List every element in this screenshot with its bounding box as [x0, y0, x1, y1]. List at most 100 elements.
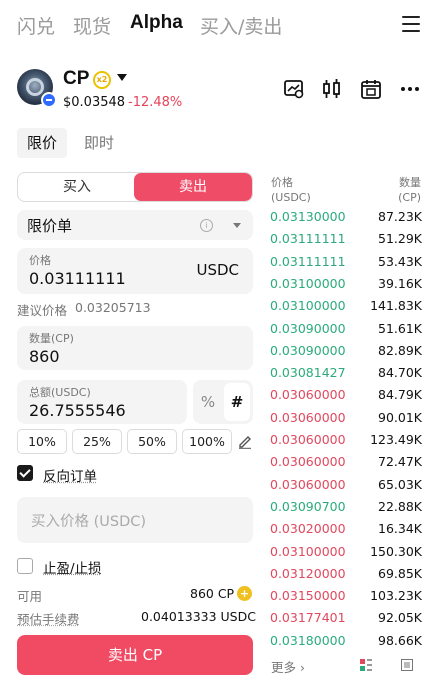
orderbook-price: 0.03060000 [270, 387, 346, 403]
orderbook-row[interactable]: 0.03090000 82.89K [270, 343, 422, 365]
percent-button-50[interactable]: 50% [127, 429, 177, 454]
orderbook-price: 0.03180000 [270, 632, 346, 648]
orderbook-price: 0.03060000 [270, 409, 346, 425]
tp-sl-label: 止盈/止损 [43, 561, 102, 577]
orderbook-qty: 98.66K [378, 632, 422, 648]
orderbook-price: 0.03100000 [270, 298, 346, 314]
orderbook-qty: 69.85K [378, 565, 422, 581]
orderbook-row[interactable]: 0.03100000 141.83K [270, 298, 422, 320]
orderbook-qty: 87.23K [378, 209, 422, 224]
more-icon[interactable] [399, 78, 421, 100]
orderbook-price: 0.03111111 [270, 231, 346, 247]
tab-market[interactable]: 即时 [74, 128, 124, 158]
orderbook-qty-header: 数量 (CP) [398, 175, 421, 205]
orderbook-price: 0.03090700 [270, 498, 346, 514]
orderbook-row[interactable]: 0.03081427 84.70K [270, 365, 422, 387]
sell-toggle-button[interactable]: 卖出 [134, 173, 252, 201]
nav-tab-spot[interactable]: 现货 [73, 12, 111, 39]
minus-badge-icon [41, 92, 57, 108]
order-type-select[interactable]: 限价单 i [17, 210, 253, 240]
layout-icon[interactable] [360, 659, 372, 671]
orderbook-row[interactable]: 0.03100000 150.30K [270, 544, 422, 566]
total-label: 总额(USDC) [29, 386, 91, 399]
orderbook-qty: 53.43K [378, 253, 422, 269]
total-field[interactable]: 总额(USDC) 26.7555546 [17, 380, 187, 424]
tab-limit[interactable]: 限价 [17, 128, 68, 158]
orderbook-price-title: 价格 [271, 176, 293, 189]
nav-tab-alpha[interactable]: Alpha [130, 12, 183, 34]
nav-tab-buy-sell[interactable]: 买入/卖出 [200, 12, 282, 39]
orderbook-qty: 84.79K [378, 387, 422, 403]
sell-submit-button[interactable]: 卖出 CP [17, 635, 253, 675]
orderbook-more-link[interactable]: 更多 › [271, 657, 305, 676]
available-value: 860 CP [190, 586, 235, 601]
orderbook-row[interactable]: 0.03020000 16.34K [270, 521, 422, 543]
price-label: 价格 [29, 254, 51, 267]
menu-icon[interactable] [402, 16, 420, 32]
multiplier-badge: x2 [93, 71, 111, 89]
orderbook-row[interactable]: 0.03180000 98.66K [270, 633, 422, 655]
orderbook-price-unit: (USDC) [271, 191, 311, 204]
token-change: -12.48% [128, 95, 183, 110]
calendar-icon[interactable] [360, 78, 382, 100]
orderbook-price: 0.03081427 [270, 365, 346, 381]
nav-tab-swap[interactable]: 闪兑 [17, 12, 55, 39]
orderbook-row[interactable]: 0.03150000 103.23K [270, 588, 422, 610]
buy-toggle-button[interactable]: 买入 [18, 173, 136, 201]
chart-settings-icon[interactable] [283, 78, 305, 100]
orderbook-price: 0.03150000 [270, 588, 346, 604]
orderbook-qty: 51.29K [378, 231, 422, 247]
orderbook-row[interactable]: 0.03060000 90.01K [270, 410, 422, 432]
total-value[interactable]: 26.7555546 [29, 401, 126, 420]
orderbook-price: 0.03100000 [270, 543, 346, 559]
candlestick-icon[interactable] [321, 78, 343, 100]
orderbook-qty: 141.83K [370, 298, 422, 314]
trigger-price-placeholder: 买入价格 (USDC) [31, 514, 147, 530]
chevron-down-icon[interactable] [117, 74, 127, 81]
orderbook-row[interactable]: 0.03090700 22.88K [270, 499, 422, 521]
orderbook-row[interactable]: 0.03060000 65.03K [270, 477, 422, 499]
reverse-order-checkbox[interactable] [17, 465, 33, 481]
amount-mode-button[interactable]: # [224, 383, 250, 421]
percent-button-10[interactable]: 10% [17, 429, 67, 454]
orderbook-price-header: 价格 (USDC) [271, 175, 311, 205]
quantity-field[interactable]: 数量(CP) 860 [17, 326, 253, 370]
orderbook-row[interactable]: 0.03100000 39.16K [270, 276, 422, 298]
orderbook-row[interactable]: 0.03090000 51.61K [270, 321, 422, 343]
info-icon[interactable]: i [200, 219, 213, 232]
orderbook-row[interactable]: 0.03177401 92.05K [270, 610, 422, 632]
tp-sl-checkbox[interactable] [17, 558, 33, 574]
orderbook-qty: 39.16K [378, 275, 422, 291]
orderbook-row[interactable]: 0.03060000 84.79K [270, 387, 422, 409]
order-type-value: 限价单 [27, 217, 73, 235]
quantity-value[interactable]: 860 [29, 347, 60, 366]
orderbook-price: 0.03060000 [270, 476, 346, 492]
list-layout-icon[interactable] [401, 659, 413, 671]
orderbook-qty: 16.34K [378, 521, 422, 537]
orderbook-qty: 103.23K [370, 588, 422, 604]
coin-icon[interactable]: + [237, 586, 252, 601]
orderbook-price: 0.03060000 [270, 432, 346, 447]
orderbook-row[interactable]: 0.03111111 53.43K [270, 254, 422, 276]
suggested-price-label: 建议价格 [17, 303, 68, 318]
orderbook-row[interactable]: 0.03060000 123.49K [270, 432, 422, 454]
price-value[interactable]: 0.03111111 [29, 269, 126, 288]
amount-mode-toggle: % # [193, 380, 253, 424]
percent-mode-button[interactable]: % [193, 380, 223, 424]
reverse-order-label: 反向订单 [43, 469, 97, 485]
orderbook-row[interactable]: 0.03130000 87.23K [270, 209, 422, 231]
orderbook-price: 0.03100000 [270, 275, 346, 291]
percent-button-100[interactable]: 100% [182, 429, 232, 454]
token-symbol[interactable]: CP [63, 68, 89, 90]
side-toggle: 买入 卖出 [17, 172, 253, 202]
suggested-price-value[interactable]: 0.03205713 [75, 300, 151, 315]
price-field[interactable]: 价格 0.03111111 USDC [17, 248, 253, 294]
orderbook-price: 0.03120000 [270, 565, 346, 581]
pencil-icon[interactable] [237, 433, 253, 449]
orderbook-price: 0.03177401 [270, 610, 346, 626]
trigger-price-input[interactable]: 买入价格 (USDC) [17, 497, 253, 543]
orderbook-row[interactable]: 0.03060000 72.47K [270, 454, 422, 476]
orderbook-row[interactable]: 0.03120000 69.85K [270, 566, 422, 588]
orderbook-row[interactable]: 0.03111111 51.29K [270, 231, 422, 253]
percent-button-25[interactable]: 25% [72, 429, 122, 454]
